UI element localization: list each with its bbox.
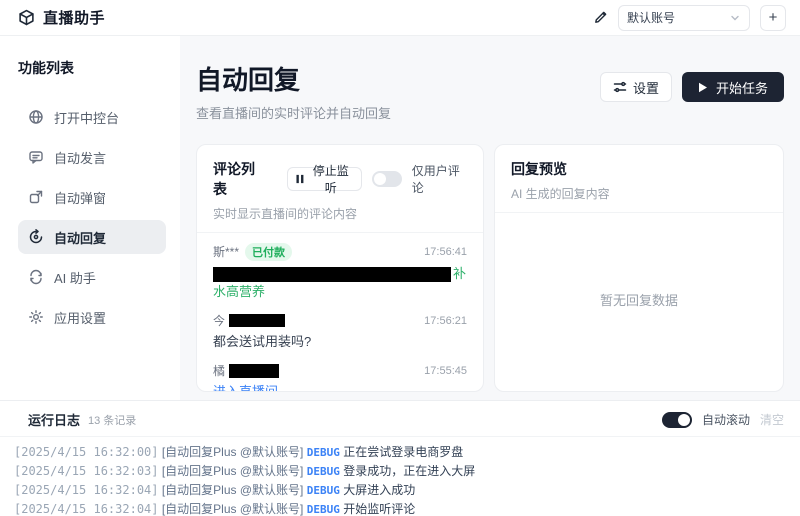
gear-icon — [28, 309, 44, 325]
empty-state-text: 暂无回复数据 — [511, 223, 767, 377]
settings-button[interactable]: 设置 — [600, 72, 672, 102]
sidebar-item-label: 自动发言 — [54, 148, 106, 167]
log-timestamp: [2025/4/15 16:32:03] — [14, 464, 159, 478]
log-entry: [2025/4/15 16:32:03] [自动回复Plus @默认账号] DE… — [14, 462, 786, 481]
sidebar-item-label: 打开中控台 — [54, 108, 119, 127]
divider — [197, 232, 483, 233]
chevron-down-icon — [729, 12, 741, 24]
comment-time: 17:55:45 — [424, 365, 467, 377]
sidebar-item-ai-assistant[interactable]: AI 助手 — [18, 260, 166, 294]
log-entry: [2025/4/15 16:32:04] [自动回复Plus @默认账号] DE… — [14, 481, 786, 500]
sliders-icon — [613, 80, 627, 94]
sidebar-item-auto-speak[interactable]: 自动发言 — [18, 140, 166, 174]
log-title: 运行日志 — [28, 410, 80, 429]
popup-icon — [28, 189, 44, 205]
sidebar-item-open-console[interactable]: 打开中控台 — [18, 100, 166, 134]
auto-reply-icon — [28, 229, 44, 245]
topbar: 直播助手 默认账号 + — [0, 0, 800, 36]
redacted-name — [229, 364, 279, 378]
log-level: DEBUG — [307, 446, 340, 459]
log-entry: [2025/4/15 16:32:04] [自动回复Plus @默认账号] DE… — [14, 500, 786, 516]
comment-author: 斯*** — [213, 243, 239, 260]
user-only-toggle[interactable] — [372, 171, 402, 187]
log-timestamp: [2025/4/15 16:32:04] — [14, 502, 159, 516]
stop-listening-label: 停止监听 — [309, 162, 353, 196]
chat-icon — [28, 149, 44, 165]
pencil-icon — [593, 10, 608, 25]
page-subtitle: 查看直播间的实时评论并自动回复 — [196, 103, 391, 122]
log-source: [自动回复Plus @默认账号] — [162, 445, 304, 459]
add-account-button[interactable]: + — [760, 5, 786, 31]
preview-panel-subtitle: AI 生成的回复内容 — [511, 185, 767, 202]
redacted-name — [229, 314, 285, 327]
sidebar-item-auto-reply[interactable]: 自动回复 — [18, 220, 166, 254]
log-timestamp: [2025/4/15 16:32:00] — [14, 445, 159, 459]
log-message: 开始监听评论 — [343, 502, 415, 516]
sidebar-item-label: 自动回复 — [54, 228, 106, 247]
play-icon — [698, 82, 708, 93]
page-title: 自动回复 — [196, 66, 391, 95]
run-log-section: 运行日志 13 条记录 自动滚动 清空 [2025/4/15 16:32:00]… — [0, 400, 800, 516]
comment-panel-title: 评论列表 — [213, 159, 265, 199]
pause-icon — [296, 174, 304, 184]
console-globe-icon — [28, 109, 44, 125]
paid-badge: 已付款 — [245, 243, 292, 261]
log-level: DEBUG — [307, 484, 340, 497]
comment-author: 今 — [213, 312, 225, 329]
comment-author: 橘 — [213, 362, 225, 379]
user-only-toggle-label: 仅用户评论 — [412, 162, 467, 196]
comment-item: 今 17:56:21 都会送试用装吗? — [213, 312, 467, 352]
log-source: [自动回复Plus @默认账号] — [162, 464, 304, 478]
main-content: 自动回复 查看直播间的实时评论并自动回复 设置 开始任务 — [180, 36, 800, 400]
app-title: 直播助手 — [43, 7, 105, 28]
sidebar-item-auto-popup[interactable]: 自动弹窗 — [18, 180, 166, 214]
comment-text: 都会送试用装吗? — [213, 333, 467, 352]
log-message: 大屏进入成功 — [343, 483, 415, 497]
redacted-text — [213, 267, 451, 282]
cube-logo-icon — [18, 9, 35, 26]
comment-item: 斯*** 已付款 17:56:41 补水高营养 — [213, 243, 467, 303]
log-count: 13 条记录 — [88, 412, 136, 428]
account-select-value: 默认账号 — [627, 9, 675, 26]
comment-time: 17:56:21 — [424, 315, 467, 327]
autoscroll-toggle[interactable] — [662, 412, 692, 428]
log-message: 正在尝试登录电商罗盘 — [343, 445, 463, 459]
autoscroll-label: 自动滚动 — [702, 411, 750, 428]
sidebar-item-app-settings[interactable]: 应用设置 — [18, 300, 166, 334]
ai-assistant-icon — [28, 269, 44, 285]
preview-panel-title: 回复预览 — [511, 159, 567, 179]
log-entry: [2025/4/15 16:32:00] [自动回复Plus @默认账号] DE… — [14, 443, 786, 462]
comment-panel-subtitle: 实时显示直播间的评论内容 — [213, 205, 467, 222]
log-source: [自动回复Plus @默认账号] — [162, 483, 304, 497]
settings-button-label: 设置 — [633, 78, 659, 97]
stop-listening-button[interactable]: 停止监听 — [287, 167, 362, 191]
divider — [495, 212, 783, 213]
sidebar-header: 功能列表 — [18, 58, 166, 78]
log-source: [自动回复Plus @默认账号] — [162, 502, 304, 516]
comment-text: 补水高营养 — [213, 265, 467, 303]
log-level: DEBUG — [307, 465, 340, 478]
clear-log-link[interactable]: 清空 — [760, 411, 784, 428]
comment-item: 橘 17:55:45 进入直播间 — [213, 362, 467, 391]
start-task-label: 开始任务 — [716, 78, 768, 97]
reply-preview-panel: 回复预览 AI 生成的回复内容 暂无回复数据 — [494, 144, 784, 392]
account-select[interactable]: 默认账号 — [618, 5, 750, 31]
comment-text[interactable]: 进入直播间 — [213, 383, 467, 391]
sidebar-item-label: AI 助手 — [54, 268, 96, 287]
comment-list-panel: 评论列表 停止监听 仅用户评论 实时显示直播间的评论内容 斯*** — [196, 144, 484, 392]
log-level: DEBUG — [307, 503, 340, 516]
comment-time: 17:56:41 — [424, 246, 467, 258]
log-message: 登录成功，正在进入大屏 — [343, 464, 475, 478]
sidebar-item-label: 自动弹窗 — [54, 188, 106, 207]
log-timestamp: [2025/4/15 16:32:04] — [14, 483, 159, 497]
edit-account-button[interactable] — [593, 10, 608, 25]
sidebar-item-label: 应用设置 — [54, 308, 106, 327]
sidebar: 功能列表 打开中控台 自动发言 自动弹窗 自动回复 — [0, 36, 180, 400]
app-brand: 直播助手 — [18, 7, 105, 28]
start-task-button[interactable]: 开始任务 — [682, 72, 784, 102]
